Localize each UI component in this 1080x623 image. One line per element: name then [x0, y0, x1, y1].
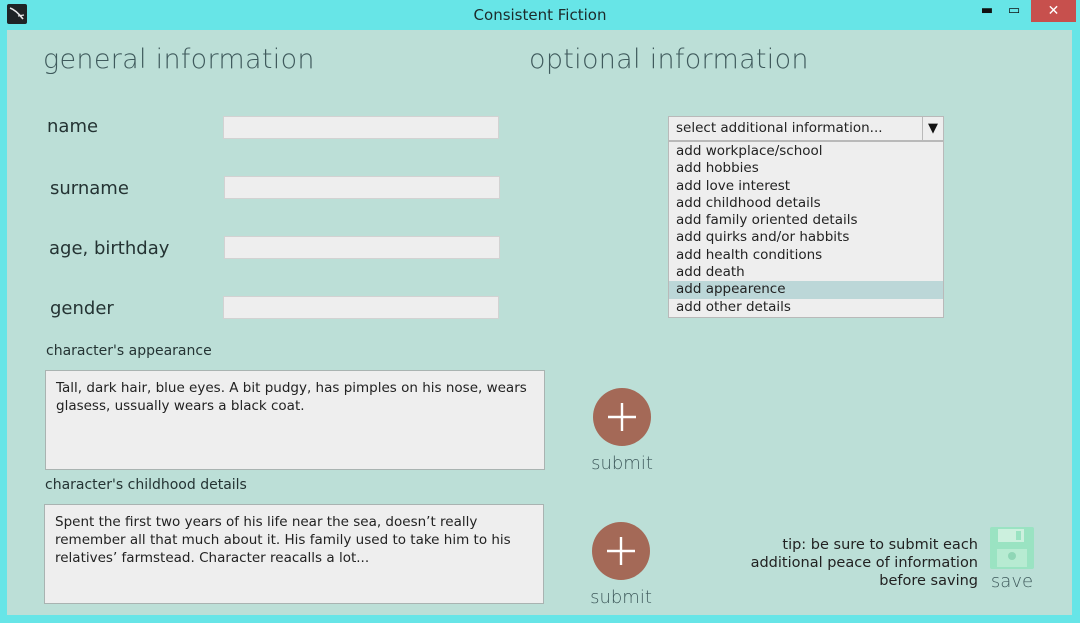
- submit-appearance-group: submit: [587, 388, 657, 474]
- submit-childhood-button[interactable]: [592, 522, 650, 584]
- gender-label: gender: [50, 298, 114, 319]
- option-family-details[interactable]: add family oriented details: [669, 212, 943, 229]
- gender-input[interactable]: [223, 296, 499, 319]
- age-birthday-input[interactable]: [224, 236, 500, 259]
- option-appearance[interactable]: add appearence: [669, 281, 943, 299]
- option-workplace-school[interactable]: add workplace/school: [669, 143, 943, 160]
- age-birthday-label: age, birthday: [49, 238, 170, 259]
- submit-childhood-label[interactable]: submit: [586, 587, 656, 608]
- submit-appearance-label[interactable]: submit: [587, 453, 657, 474]
- save-button[interactable]: save: [990, 527, 1034, 592]
- minimize-button[interactable]: ▬: [974, 0, 1000, 22]
- childhood-label: character's childhood details: [45, 477, 247, 493]
- main-panel: general information optional information…: [7, 30, 1072, 615]
- plus-icon: [608, 403, 636, 431]
- general-information-heading: general information: [43, 44, 315, 75]
- additional-info-select[interactable]: select additional information... ▼: [668, 116, 944, 141]
- save-tip-text: tip: be sure to submit each additional p…: [750, 537, 978, 589]
- option-other-details[interactable]: add other details: [669, 299, 943, 316]
- floppy-disk-icon: [990, 527, 1034, 569]
- option-childhood-details[interactable]: add childhood details: [669, 195, 943, 212]
- save-label[interactable]: save: [990, 571, 1034, 592]
- option-hobbies[interactable]: add hobbies: [669, 160, 943, 177]
- triangle-down-icon[interactable]: ▼: [922, 117, 943, 140]
- appearance-label: character's appearance: [46, 343, 212, 359]
- childhood-textarea[interactable]: Spent the first two years of his life ne…: [44, 504, 544, 604]
- option-love-interest[interactable]: add love interest: [669, 178, 943, 195]
- select-placeholder: select additional information...: [676, 120, 883, 136]
- close-button[interactable]: ✕: [1031, 0, 1076, 22]
- submit-appearance-button[interactable]: [593, 388, 651, 450]
- additional-info-options: add workplace/school add hobbies add lov…: [668, 141, 944, 318]
- surname-input[interactable]: [224, 176, 500, 199]
- name-input[interactable]: [223, 116, 499, 139]
- plus-icon: [607, 537, 635, 565]
- surname-label: surname: [50, 178, 129, 199]
- window-title: Consistent Fiction: [473, 6, 607, 24]
- option-quirks-habits[interactable]: add quirks and/or habbits: [669, 229, 943, 246]
- maximize-button[interactable]: ▭: [1001, 0, 1027, 22]
- submit-childhood-group: submit: [586, 522, 656, 608]
- optional-information-heading: optional information: [529, 44, 809, 75]
- option-health-conditions[interactable]: add health conditions: [669, 247, 943, 264]
- option-death[interactable]: add death: [669, 264, 943, 281]
- title-bar: Consistent Fiction ▬ ▭ ✕: [0, 0, 1080, 30]
- name-label: name: [47, 116, 99, 137]
- appearance-textarea[interactable]: Tall, dark hair, blue eyes. A bit pudgy,…: [45, 370, 545, 470]
